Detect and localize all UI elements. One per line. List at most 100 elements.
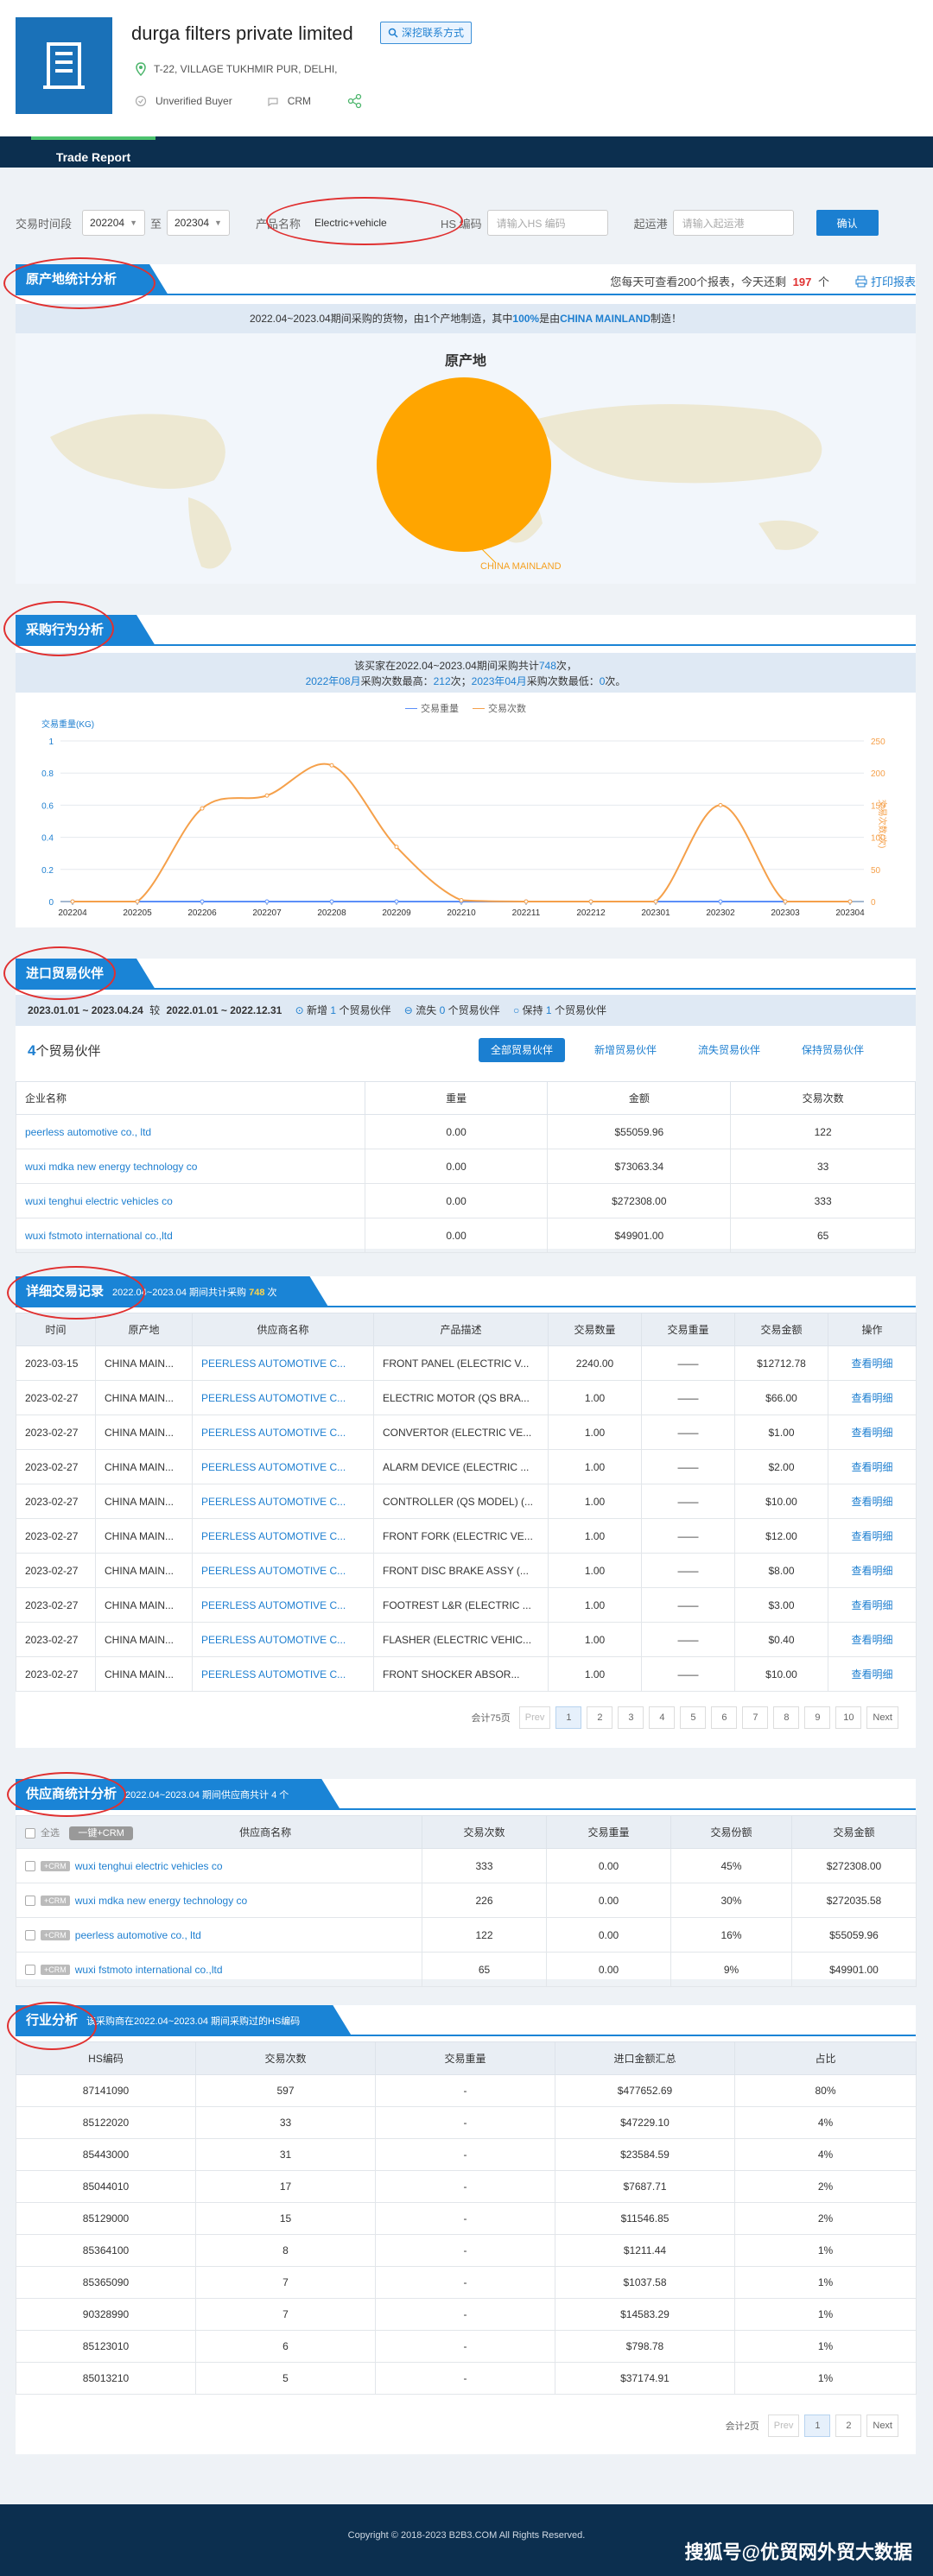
- record-detail-link[interactable]: 查看明细: [828, 1622, 917, 1657]
- record-supplier[interactable]: PEERLESS AUTOMOTIVE C...: [192, 1484, 374, 1519]
- partner-name[interactable]: wuxi mdka new energy technology co: [16, 1149, 365, 1184]
- page-button[interactable]: 7: [742, 1706, 769, 1729]
- tab-all-partners[interactable]: 全部贸易伙伴: [479, 1038, 566, 1062]
- crm-tag[interactable]: +CRM: [41, 1930, 70, 1941]
- y-right-tick: 100: [871, 834, 885, 844]
- page-button[interactable]: 3: [618, 1706, 644, 1729]
- keep-n: 1: [545, 1004, 552, 1016]
- record-supplier[interactable]: PEERLESS AUTOMOTIVE C...: [192, 1553, 374, 1588]
- product-input[interactable]: Electric+vehicle: [306, 210, 427, 236]
- record-detail-link[interactable]: 查看明细: [828, 1380, 917, 1415]
- quota-text: 您每天可查看200个报表，今天还剩 197 个: [610, 273, 829, 289]
- hs-input[interactable]: 请输入HS 编码: [486, 210, 608, 236]
- data-point[interactable]: [459, 898, 464, 903]
- data-point[interactable]: [718, 802, 723, 807]
- record-detail-link[interactable]: 查看明细: [828, 1345, 917, 1381]
- record-supplier[interactable]: PEERLESS AUTOMOTIVE C...: [192, 1380, 374, 1415]
- record-detail-link[interactable]: 查看明细: [828, 1484, 917, 1519]
- record-supplier[interactable]: PEERLESS AUTOMOTIVE C...: [192, 1587, 374, 1623]
- data-point[interactable]: [394, 899, 399, 904]
- period-from-select[interactable]: 202204 ▼: [82, 210, 145, 236]
- data-point[interactable]: [264, 793, 270, 798]
- record-supplier[interactable]: PEERLESS AUTOMOTIVE C...: [192, 1622, 374, 1657]
- deep-contact-button[interactable]: 深挖联系方式: [380, 22, 473, 44]
- record-supplier[interactable]: PEERLESS AUTOMOTIVE C...: [192, 1415, 374, 1450]
- data-point[interactable]: [264, 899, 270, 904]
- data-point[interactable]: [329, 899, 334, 904]
- range-a: 2023.01.01 ~ 2023.04.24: [28, 1004, 143, 1016]
- page-button[interactable]: Next: [866, 2415, 898, 2437]
- record-detail-link[interactable]: 查看明细: [828, 1587, 917, 1623]
- record-weight: ——: [641, 1622, 735, 1657]
- tab-new-partners[interactable]: 新增贸易伙伴: [582, 1038, 670, 1062]
- data-point[interactable]: [329, 763, 334, 768]
- partner-name[interactable]: wuxi tenghui electric vehicles co: [16, 1183, 365, 1218]
- data-point[interactable]: [653, 899, 658, 904]
- partner-name[interactable]: peerless automotive co., ltd: [16, 1114, 365, 1149]
- print-report-button[interactable]: 打印报表: [855, 273, 916, 289]
- record-description: CONTROLLER (QS MODEL) (...: [373, 1484, 549, 1519]
- record-supplier[interactable]: PEERLESS AUTOMOTIVE C...: [192, 1656, 374, 1692]
- page-button[interactable]: 8: [773, 1706, 800, 1729]
- suppliers-section: 供应商统计分析 2022.04~2023.04 期间供应商共计 4 个 全选 一键…: [16, 1779, 917, 1987]
- data-point[interactable]: [524, 899, 529, 904]
- data-point[interactable]: [70, 899, 75, 904]
- data-point[interactable]: [783, 899, 788, 904]
- data-point[interactable]: [135, 899, 140, 904]
- tab-lost-partners[interactable]: 流失贸易伙伴: [686, 1038, 773, 1062]
- page-button[interactable]: Prev: [518, 1706, 551, 1729]
- page-button[interactable]: 9: [804, 1706, 831, 1729]
- data-point[interactable]: [394, 845, 399, 850]
- page-button[interactable]: 1: [804, 2415, 831, 2437]
- data-point[interactable]: [200, 806, 205, 811]
- record-supplier[interactable]: PEERLESS AUTOMOTIVE C...: [192, 1345, 374, 1381]
- row-checkbox[interactable]: [25, 1896, 35, 1907]
- record-detail-link[interactable]: 查看明细: [828, 1415, 917, 1450]
- port-input[interactable]: 请输入起运港: [672, 210, 794, 236]
- tab-trade-report[interactable]: Trade Report: [31, 136, 156, 168]
- supplier-name[interactable]: wuxi tenghui electric vehicles co: [75, 1860, 223, 1872]
- supplier-name[interactable]: peerless automotive co., ltd: [75, 1929, 201, 1941]
- page-button[interactable]: 1: [555, 1706, 582, 1729]
- select-all-checkbox[interactable]: [25, 1827, 35, 1839]
- data-point[interactable]: [718, 899, 723, 904]
- row-checkbox[interactable]: [25, 1965, 35, 1976]
- page-button[interactable]: 6: [711, 1706, 738, 1729]
- page-button[interactable]: 5: [680, 1706, 707, 1729]
- record-detail-link[interactable]: 查看明细: [828, 1553, 917, 1588]
- record-detail-link[interactable]: 查看明细: [828, 1449, 917, 1484]
- page-button[interactable]: Prev: [767, 2415, 800, 2437]
- record-detail-link[interactable]: 查看明细: [828, 1518, 917, 1554]
- row-checkbox[interactable]: [25, 1861, 35, 1872]
- page-button[interactable]: Next: [866, 1706, 898, 1729]
- crm-tag[interactable]: +CRM: [41, 1965, 70, 1976]
- supplier-name[interactable]: wuxi mdka new energy technology co: [75, 1895, 247, 1907]
- period-to-select[interactable]: 202304 ▼: [167, 210, 230, 236]
- record-supplier[interactable]: PEERLESS AUTOMOTIVE C...: [192, 1449, 374, 1484]
- print-label: 打印报表: [870, 275, 916, 288]
- record-detail-link[interactable]: 查看明细: [828, 1656, 917, 1692]
- page-button[interactable]: 2: [835, 2415, 862, 2437]
- data-point[interactable]: [588, 899, 593, 904]
- page-button[interactable]: 2: [587, 1706, 613, 1729]
- data-point[interactable]: [200, 899, 205, 904]
- record-amount: $1.00: [734, 1415, 828, 1450]
- crm-tag[interactable]: +CRM: [41, 1861, 70, 1872]
- crm-tag[interactable]: +CRM: [41, 1896, 70, 1907]
- tab-kept-partners[interactable]: 保持贸易伙伴: [790, 1038, 877, 1062]
- page-button[interactable]: 4: [649, 1706, 676, 1729]
- crm-link[interactable]: CRM: [288, 95, 311, 107]
- supplier-name[interactable]: wuxi fstmoto international co.,ltd: [75, 1964, 223, 1976]
- data-point[interactable]: [847, 899, 853, 904]
- page-button[interactable]: 10: [835, 1706, 862, 1729]
- supplier-share: 30%: [670, 1883, 792, 1918]
- record-supplier[interactable]: PEERLESS AUTOMOTIVE C...: [192, 1518, 374, 1554]
- partner-count-text: 个贸易伙伴: [35, 1044, 101, 1059]
- confirm-button[interactable]: 确认: [816, 210, 879, 236]
- row-checkbox[interactable]: [25, 1930, 35, 1941]
- share-icon[interactable]: [347, 93, 363, 109]
- company-address: T-22, VILLAGE TUKHMIR PUR, DELHI,: [135, 62, 338, 76]
- bulk-crm-button[interactable]: 一键+CRM: [69, 1826, 133, 1840]
- partner-name[interactable]: wuxi fstmoto international co.,ltd: [16, 1218, 365, 1253]
- stat-keep: ○ 保持 1 个贸易伙伴: [513, 1004, 606, 1016]
